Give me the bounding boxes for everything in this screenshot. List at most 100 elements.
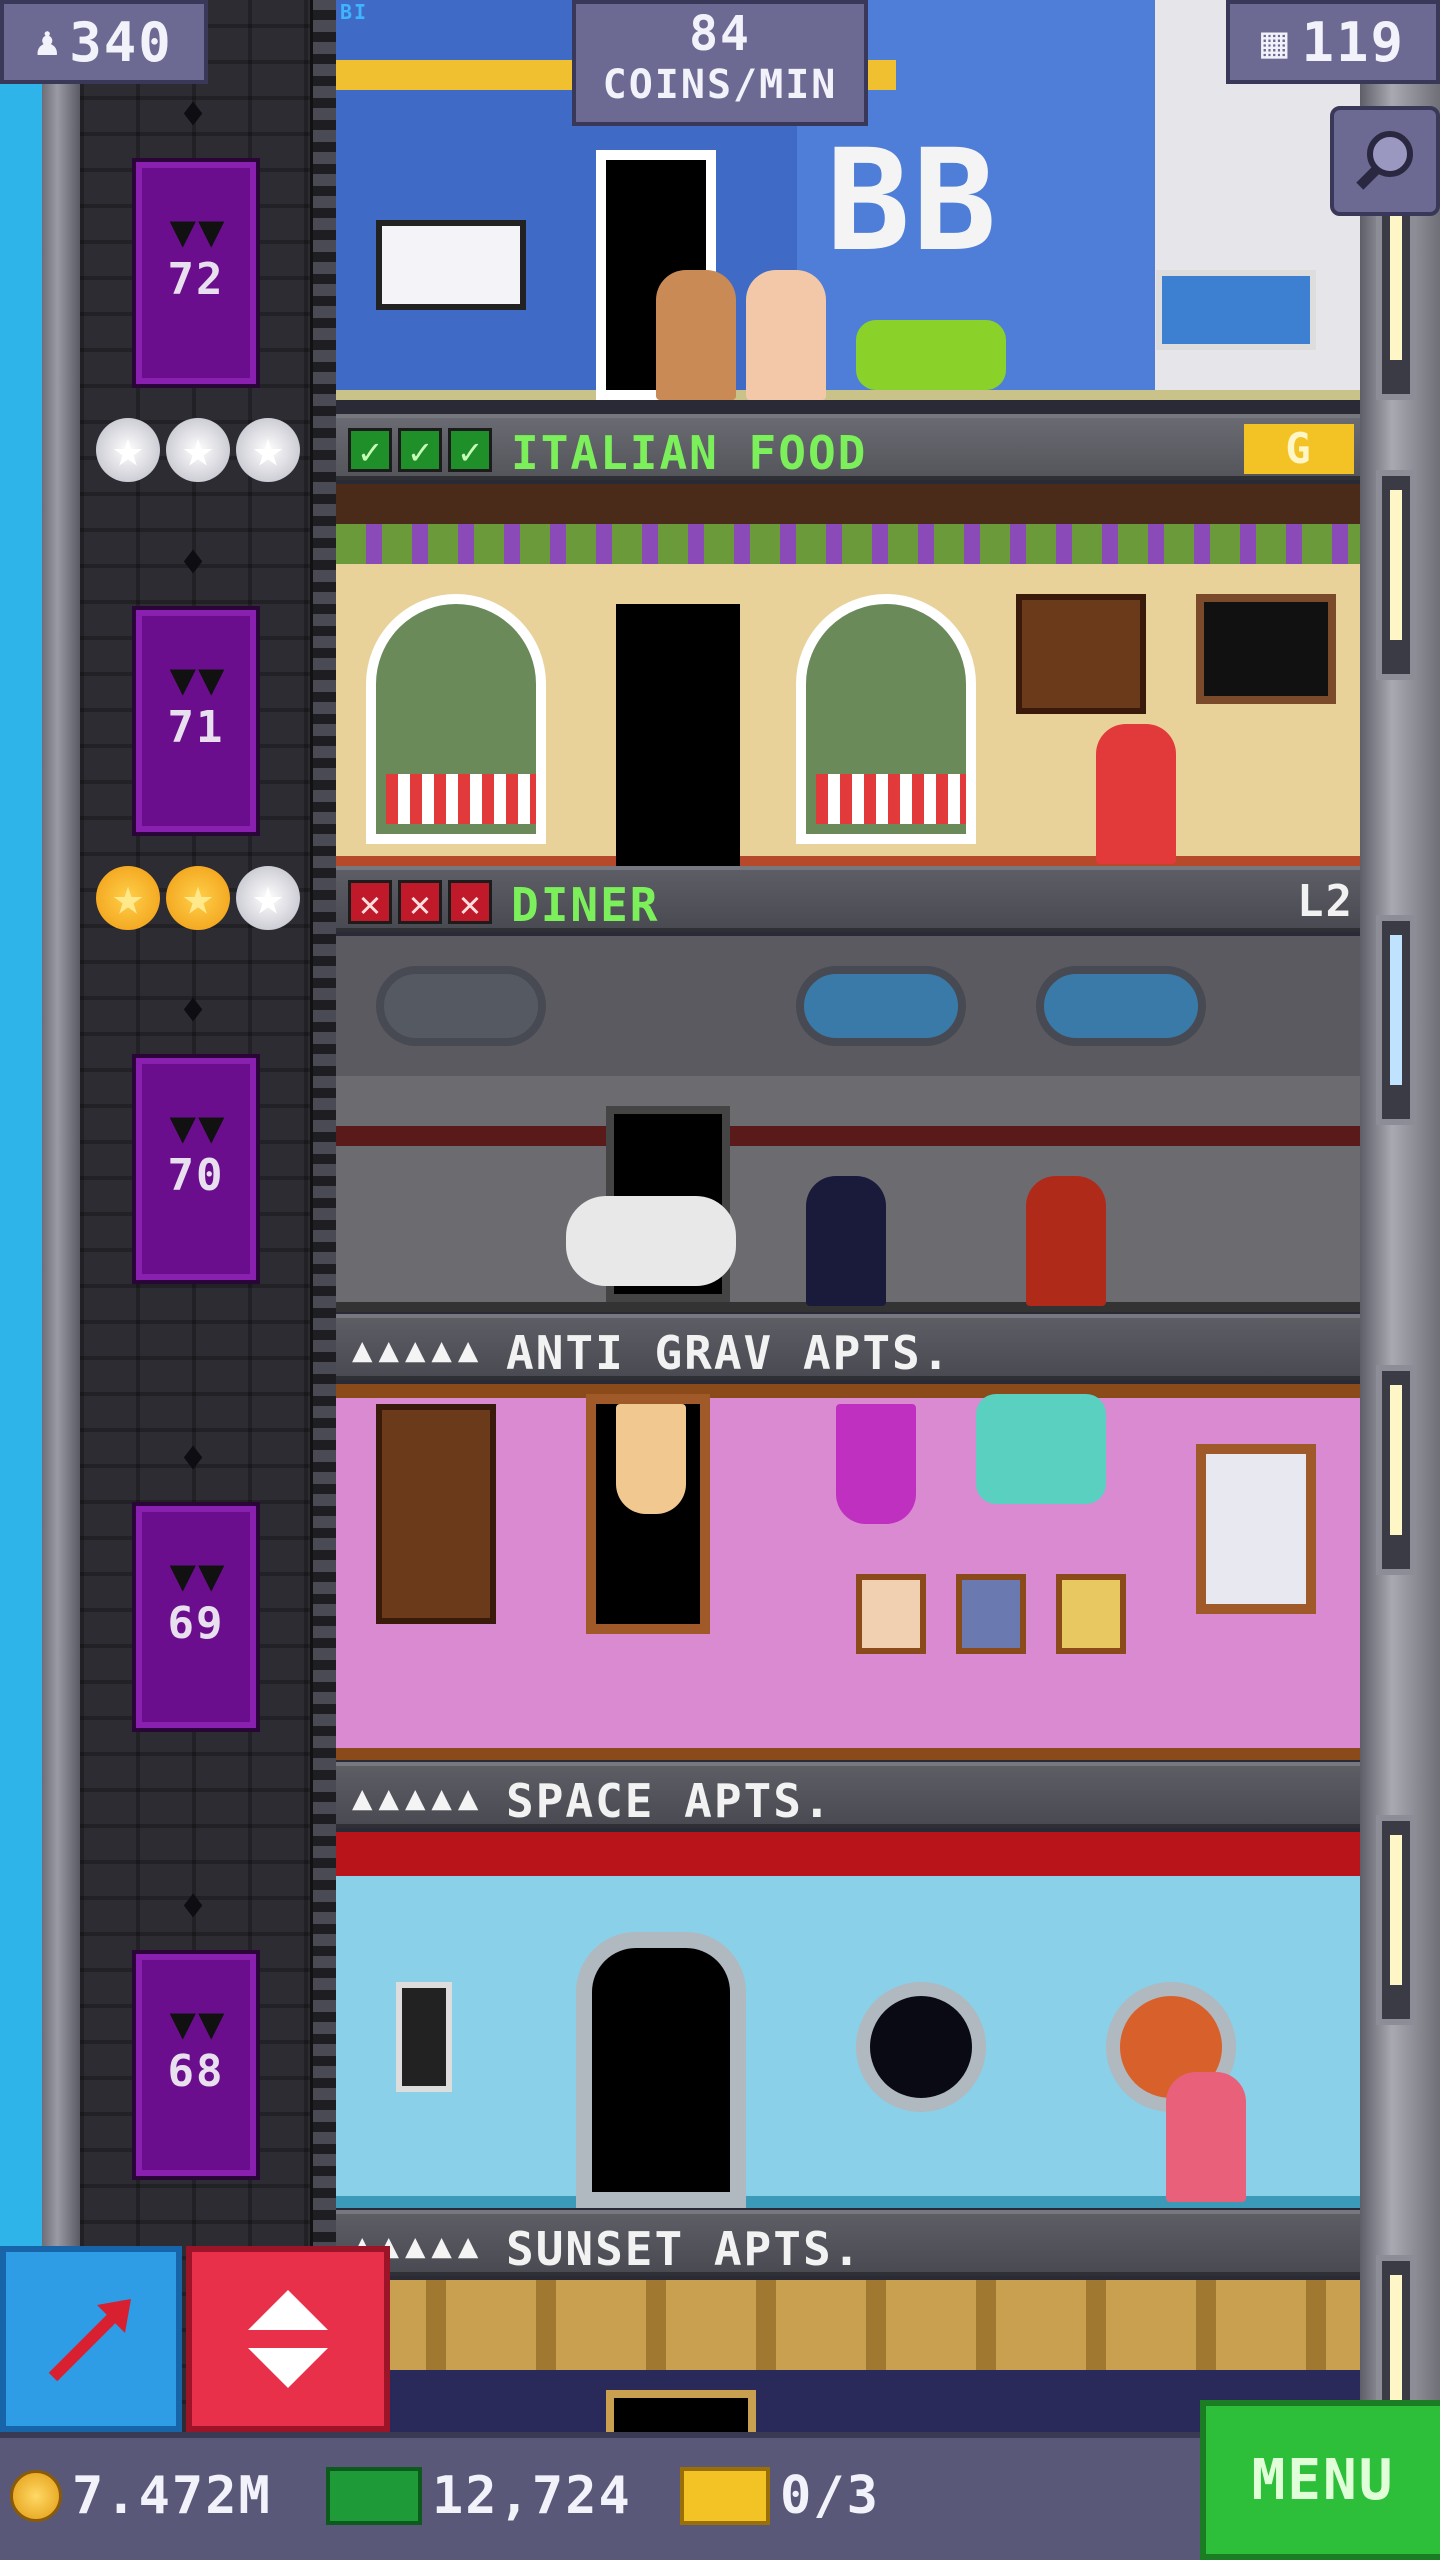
resident-slots: ▲▲▲▲▲ — [352, 1778, 485, 1818]
build-floor-button[interactable] — [0, 2246, 182, 2432]
floor-rating-stars: ★ ★ ★ — [96, 418, 300, 488]
floor-name: SUNSET APTS. — [506, 2222, 863, 2276]
floor-label-bar: ▲▲▲▲▲ ANTI GRAV APTS. — [336, 1314, 1360, 1380]
floor-count-badge[interactable]: ▦ 119 — [1226, 0, 1440, 84]
elevator-cable: ♦ — [180, 988, 206, 1034]
floating-resident[interactable] — [616, 1404, 686, 1514]
resident[interactable] — [656, 270, 736, 400]
check-icon: ✓ — [348, 428, 392, 473]
bux-value: 12,724 — [432, 2466, 632, 2526]
floor-diner[interactable]: ✕ ✕ ✕ DINER L2 — [336, 866, 1360, 1314]
floor-count-value: 119 — [1301, 10, 1406, 74]
coin-icon — [10, 2470, 62, 2522]
floating-armchair — [976, 1394, 1106, 1504]
elevator-car-70[interactable]: ▼▼ 70 — [132, 1054, 260, 1284]
elevator-floor-number: 70 — [167, 1150, 225, 1201]
bat-icon: ▼▼ — [169, 1102, 227, 1153]
sky-background — [0, 0, 42, 2440]
room-door[interactable] — [616, 604, 740, 866]
elevator-cable: ♦ — [180, 1884, 206, 1930]
tickets-display[interactable]: 0/3 — [680, 2466, 880, 2526]
room-interior — [336, 1384, 1360, 1760]
floating-resident[interactable] — [836, 1404, 916, 1524]
floor-anti-grav-apts[interactable]: ▲▲▲▲▲ ANTI GRAV APTS. — [336, 1314, 1360, 1762]
bux-display[interactable]: 12,724 — [326, 2466, 632, 2526]
floor-name: SPACE APTS. — [506, 1774, 833, 1828]
room-window — [1196, 1444, 1316, 1614]
x-icon: ✕ — [448, 880, 492, 925]
elevator-rail — [310, 0, 336, 2440]
floor-name: ITALIAN FOOD — [511, 426, 868, 480]
side-window — [1376, 470, 1416, 680]
wine-rack — [1016, 594, 1146, 714]
star-icon: ★ — [236, 866, 300, 930]
floor-level-badge: L2 — [1297, 876, 1354, 927]
grape-vines — [336, 524, 1360, 564]
elevator-floor-number: 71 — [167, 702, 225, 753]
search-icon — [1356, 131, 1413, 190]
room-door[interactable] — [576, 1932, 746, 2208]
elevator-floor-number: 72 — [167, 254, 225, 305]
resident[interactable] — [746, 270, 826, 400]
side-window — [1376, 915, 1416, 1125]
population-counter[interactable]: ♟ 340 — [0, 0, 208, 84]
floor-level-badge: G — [1244, 424, 1354, 474]
building-frame-left — [42, 0, 80, 2440]
build-arrow-icon — [48, 2299, 131, 2382]
menu-board — [1196, 594, 1336, 704]
coins-per-min-label: COINS/MIN — [602, 62, 838, 108]
wood-ceiling — [336, 2280, 1360, 2370]
star-icon: ★ — [96, 866, 160, 930]
side-window — [1376, 1365, 1416, 1575]
porthole-window — [856, 1982, 986, 2112]
room-interior — [336, 936, 1360, 1312]
side-window — [1376, 190, 1416, 400]
elevator-floor-number: 69 — [167, 1598, 225, 1649]
table — [816, 774, 966, 824]
picture-frame — [1056, 1574, 1126, 1654]
polar-bear[interactable] — [566, 1196, 736, 1286]
diner-window — [1036, 966, 1206, 1046]
floor-rating-stars: ★ ★ ★ — [96, 866, 300, 936]
elevator-car-69[interactable]: ▼▼ 69 — [132, 1502, 260, 1732]
top-room-label: BI — [340, 0, 369, 24]
computer-desk — [1156, 270, 1316, 350]
bux-icon — [326, 2467, 422, 2525]
floor-label-bar: ✕ ✕ ✕ DINER L2 — [336, 866, 1360, 932]
resident[interactable] — [1026, 1176, 1106, 1306]
elevator-cable: ♦ — [180, 540, 206, 586]
building-icon: ▦ — [1260, 16, 1290, 68]
coins-per-min-value: 84 — [689, 6, 751, 62]
resident[interactable] — [1166, 2072, 1246, 2202]
control-panel — [396, 1982, 452, 2092]
ceiling-pipe — [336, 1832, 1360, 1876]
resident-slots: ▲▲▲▲▲ — [352, 1330, 485, 1370]
menu-button[interactable]: MENU — [1200, 2400, 1440, 2560]
search-button[interactable] — [1330, 106, 1440, 216]
x-icon: ✕ — [398, 880, 442, 925]
couch — [856, 320, 1006, 390]
elevator-ride-button[interactable] — [186, 2246, 390, 2432]
counter-stripe — [336, 1126, 1360, 1146]
picture-frame — [856, 1574, 926, 1654]
elevator-car-71[interactable]: ▼▼ 71 — [132, 606, 260, 836]
bat-icon: ▼▼ — [169, 1550, 227, 1601]
star-icon: ★ — [166, 866, 230, 930]
population-value: 340 — [69, 10, 173, 74]
elevator-cable: ♦ — [180, 92, 206, 138]
floor-space-apts[interactable]: ▲▲▲▲▲ SPACE APTS. — [336, 1762, 1360, 2210]
elevator-car-72[interactable]: ▼▼ 72 — [132, 158, 260, 388]
elevator-car-68[interactable]: ▼▼ 68 — [132, 1950, 260, 2180]
floor-name: ANTI GRAV APTS. — [506, 1326, 952, 1380]
room-sign: BB — [826, 120, 999, 283]
coins-display[interactable]: 7.472M — [10, 2466, 272, 2526]
diner-window — [796, 966, 966, 1046]
coins-per-min-panel: 84 COINS/MIN — [572, 0, 868, 126]
floor-italian-food[interactable] — [336, 484, 1360, 870]
resident[interactable] — [806, 1176, 886, 1306]
chef[interactable] — [1096, 724, 1176, 864]
check-icon: ✓ — [448, 428, 492, 473]
ticket-icon — [680, 2467, 770, 2525]
star-icon: ★ — [236, 418, 300, 482]
floor-name: DINER — [511, 878, 660, 932]
